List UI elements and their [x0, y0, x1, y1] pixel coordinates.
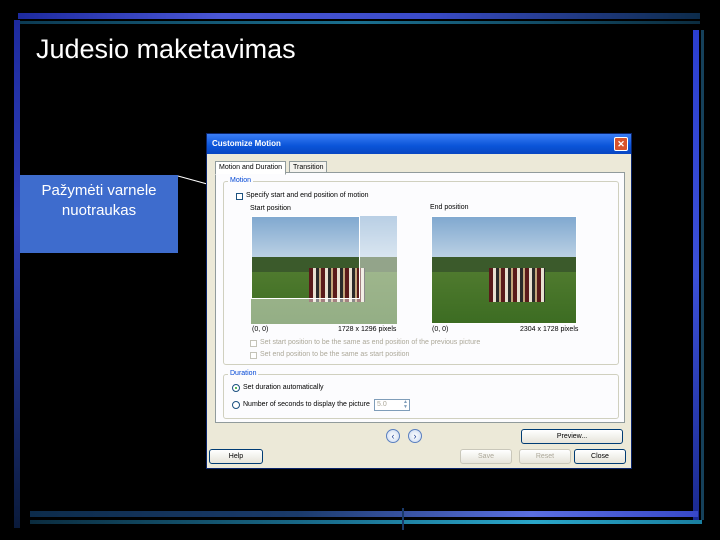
chevron-left-icon: ‹ — [391, 431, 395, 441]
end-same-as-start-checkbox[interactable] — [250, 352, 257, 359]
customize-motion-dialog: Customize Motion ✕ Motion and Duration T… — [206, 133, 632, 469]
specify-motion-label: Specify start and end position of motion — [246, 192, 369, 199]
start-size: 1728 x 1296 pixels — [338, 326, 397, 333]
save-button[interactable]: Save — [460, 449, 512, 464]
start-position-preview[interactable] — [251, 216, 397, 324]
same-as-previous-checkbox[interactable] — [250, 340, 257, 347]
chevron-right-icon: › — [413, 431, 417, 441]
end-size: 2304 x 1728 pixels — [520, 326, 579, 333]
help-button[interactable]: Help — [209, 449, 263, 464]
duration-group: Duration Set duration automatically Numb… — [223, 370, 619, 419]
start-position-label: Start position — [250, 205, 291, 212]
auto-duration-radio[interactable] — [232, 384, 240, 392]
motion-group: Motion Specify start and end position of… — [223, 177, 619, 365]
end-same-as-start-label: Set end position to be the same as start… — [260, 351, 410, 358]
seconds-duration-label: Number of seconds to display the picture — [243, 401, 370, 408]
end-position-rectangle[interactable] — [431, 216, 577, 324]
seconds-duration-radio[interactable] — [232, 401, 240, 409]
previous-picture-button[interactable]: ‹ — [386, 429, 400, 443]
motion-group-label: Motion — [228, 177, 254, 184]
end-coords: (0, 0) — [432, 326, 449, 333]
end-position-label: End position — [430, 204, 469, 211]
close-button[interactable]: Close — [574, 449, 626, 464]
spinner-arrows-icon[interactable]: ▲ ▼ — [403, 400, 408, 410]
start-coords: (0, 0) — [252, 326, 269, 333]
dialog-titlebar[interactable]: Customize Motion ✕ — [207, 134, 631, 154]
dialog-title: Customize Motion — [212, 139, 281, 148]
tab-panel: Motion Specify start and end position of… — [215, 172, 625, 423]
duration-group-label: Duration — [228, 370, 259, 377]
close-icon[interactable]: ✕ — [614, 137, 628, 151]
reset-button[interactable]: Reset — [519, 449, 571, 464]
next-picture-button[interactable]: › — [408, 429, 422, 443]
start-position-rectangle[interactable] — [251, 216, 360, 299]
tab-motion-and-duration[interactable]: Motion and Duration — [215, 161, 287, 175]
seconds-stepper[interactable]: 5.0 ▲ ▼ — [374, 399, 410, 411]
same-as-previous-label: Set start position to be the same as end… — [260, 339, 481, 346]
seconds-value: 5.0 — [377, 401, 387, 408]
specify-motion-checkbox[interactable] — [236, 193, 243, 200]
end-position-preview[interactable] — [431, 216, 577, 324]
auto-duration-label: Set duration automatically — [243, 384, 324, 391]
preview-button[interactable]: Preview... — [521, 429, 623, 444]
